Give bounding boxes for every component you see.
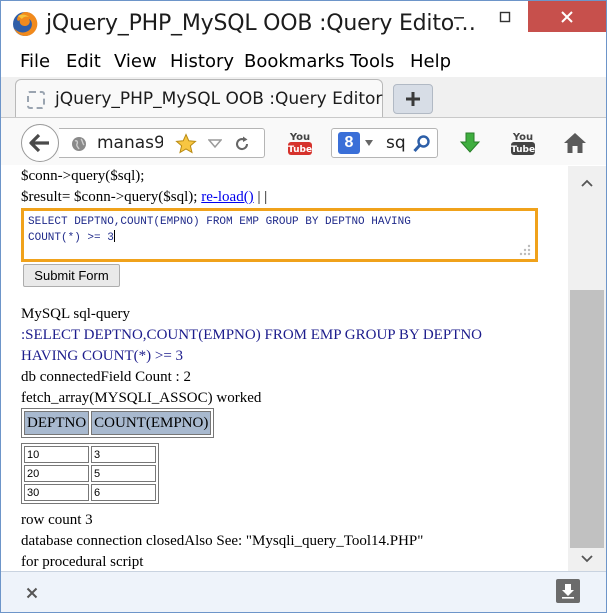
search-engine-logo: 8 (338, 132, 360, 154)
code-line-2-prefix: $result= $conn->query($sql); (21, 189, 202, 205)
menu-bookmarks[interactable]: Bookmarks (244, 51, 345, 72)
title-bar: jQuery_PHP_MySQL OOB :Query Edito… (1, 1, 606, 47)
maximize-icon (499, 11, 511, 22)
text-caret (113, 230, 115, 242)
result-data-table: 10 3 20 5 30 6 (21, 443, 159, 504)
download-arrow-icon (562, 584, 574, 599)
reload-icon[interactable] (231, 133, 253, 155)
table-row: 10 3 (24, 446, 156, 463)
code-line-1: $conn->query($sql); (21, 168, 145, 184)
procedural-script-line: for procedural script (21, 554, 144, 570)
browser-window: jQuery_PHP_MySQL OOB :Query Edito… File … (0, 0, 607, 613)
close-icon (26, 587, 38, 599)
code-line-2-suffix: | | (253, 189, 268, 205)
scrollbar-thumb[interactable] (570, 290, 604, 548)
submit-form-button[interactable]: Submit Form (23, 264, 120, 287)
search-input[interactable]: sq (386, 133, 406, 153)
reload-link[interactable]: re-load() (201, 189, 253, 205)
scroll-up-button[interactable] (578, 174, 596, 192)
table-cell: 10 (24, 446, 89, 463)
new-tab-button[interactable] (393, 84, 433, 114)
home-icon[interactable] (560, 128, 590, 158)
query-line-1: SELECT DEPTNO,COUNT(EMPNO) FROM EMP GROU… (28, 216, 411, 228)
tab-query-editor[interactable]: jQuery_PHP_MySQL OOB :Query Editor (15, 79, 383, 117)
svg-text:Tube: Tube (288, 145, 312, 155)
back-arrow-icon (29, 133, 49, 153)
addon-bar (1, 571, 606, 612)
table-row: 20 5 (24, 465, 156, 482)
tab-strip: jQuery_PHP_MySQL OOB :Query Editor (1, 77, 606, 117)
close-icon (561, 10, 573, 23)
menu-bar: File Edit View History Bookmarks Tools H… (1, 47, 606, 77)
addon-bar-close-button[interactable] (23, 584, 41, 602)
header-deptno: DEPTNO (24, 411, 90, 435)
code-line-2: $result= $conn->query($sql); re-load() |… (21, 188, 267, 207)
scroll-down-button[interactable] (578, 550, 596, 568)
downloads-button[interactable] (556, 579, 580, 603)
youtube-icon[interactable]: You Tube (285, 128, 315, 158)
search-engine-dropdown-icon[interactable] (365, 140, 373, 146)
back-button[interactable] (21, 124, 59, 162)
menu-view[interactable]: View (114, 51, 157, 72)
table-cell: 6 (91, 484, 156, 501)
svg-text:You: You (289, 132, 310, 143)
minimize-icon (454, 16, 464, 19)
menu-history[interactable]: History (170, 51, 234, 72)
url-text: manas9/l (97, 133, 163, 153)
dropdown-arrow-icon[interactable] (204, 133, 226, 155)
menu-help[interactable]: Help (410, 51, 451, 72)
chevron-down-icon (581, 555, 593, 563)
page-icon (27, 91, 45, 109)
query-line-2: COUNT(*) >= 3 (28, 232, 114, 244)
maximize-button[interactable] (482, 1, 528, 32)
search-icon[interactable] (412, 134, 432, 154)
page-content: $conn->query($sql); $result= $conn->quer… (13, 166, 568, 571)
query-textarea[interactable]: SELECT DEPTNO,COUNT(EMPNO) FROM EMP GROU… (21, 208, 538, 262)
header-count-empno: COUNT(EMPNO) (91, 411, 212, 435)
close-button[interactable] (528, 1, 606, 32)
svg-text:Tube: Tube (511, 145, 535, 155)
table-row: 30 6 (24, 484, 156, 501)
result-header-table: DEPTNO COUNT(EMPNO) (21, 408, 215, 438)
menu-edit[interactable]: Edit (66, 51, 101, 72)
row-count: row count 3 (21, 512, 93, 528)
table-cell: 5 (91, 465, 156, 482)
menu-tools[interactable]: Tools (350, 51, 394, 72)
query-text: SELECT DEPTNO,COUNT(EMPNO) FROM EMP GROU… (28, 214, 411, 246)
navigation-toolbar: manas9/l You Tube 8 sq (1, 117, 606, 165)
window-title: jQuery_PHP_MySQL OOB :Query Edito… (46, 11, 476, 36)
table-cell: 3 (91, 446, 156, 463)
menu-file[interactable]: File (20, 51, 50, 72)
url-bar[interactable]: manas9/l (59, 128, 265, 158)
plus-icon (406, 92, 420, 106)
download-icon[interactable] (455, 128, 485, 158)
tab-title: jQuery_PHP_MySQL OOB :Query Editor (55, 89, 383, 109)
minimize-button[interactable] (436, 1, 482, 32)
query-echo-line-1: :SELECT DEPTNO,COUNT(EMPNO) FROM EMP GRO… (21, 327, 483, 343)
mysql-label: MySQL sql-query (21, 306, 131, 322)
table-cell: 30 (24, 484, 89, 501)
query-echo-line-2: HAVING COUNT(*) >= 3 (21, 348, 184, 364)
resize-grip-icon[interactable] (519, 244, 531, 256)
fetch-status: fetch_array(MYSQLI_ASSOC) worked (21, 390, 262, 406)
svg-text:You: You (512, 132, 533, 143)
youtube-icon-2[interactable]: You Tube (508, 128, 538, 158)
search-bar[interactable]: 8 sq (331, 128, 438, 158)
globe-icon (72, 137, 86, 151)
table-cell: 20 (24, 465, 89, 482)
db-status: db connectedField Count : 2 (21, 369, 191, 385)
firefox-logo-icon (12, 11, 38, 37)
connection-closed-line: database connection closedAlso See: "Mys… (21, 533, 424, 549)
vertical-scrollbar[interactable] (568, 166, 606, 571)
chevron-up-icon (581, 179, 593, 187)
bookmark-star-icon[interactable] (175, 133, 197, 155)
